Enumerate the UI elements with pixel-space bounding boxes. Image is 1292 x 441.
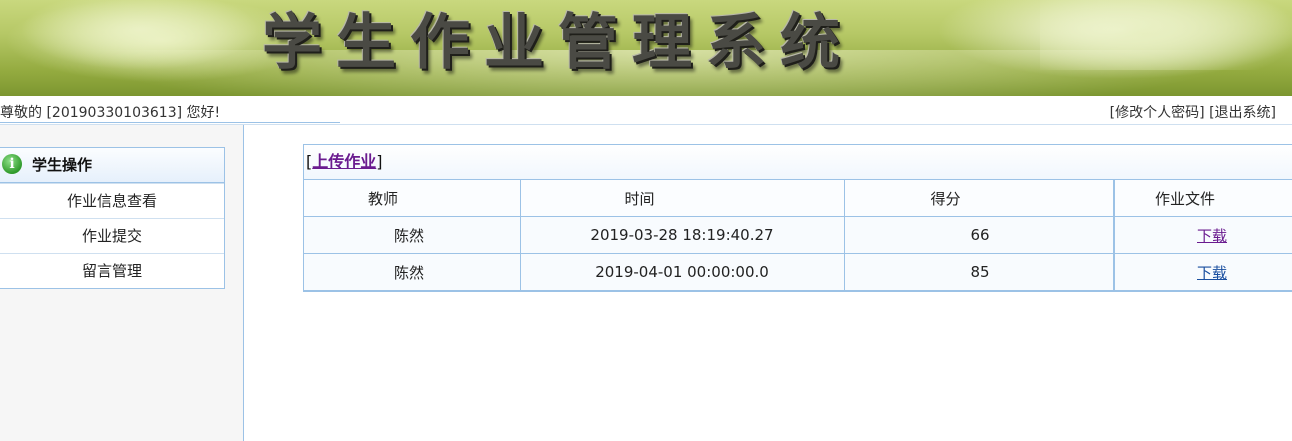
table-body: 陈然 2019-03-28 18:19:40.27 66 下载 陈然 2019-04-01… [304,216,1292,291]
table-row: 陈然 2019-04-01 00:00:00.0 85 下载 [304,253,1292,291]
menu-header: i 学生操作 [0,148,224,183]
sidebar-menu: i 学生操作 作业信息查看 作业提交 留言管理 [0,147,225,289]
cell-file: 下载 [1113,216,1292,254]
cell-score: 85 [843,253,1115,291]
header-banner: 学生作业管理系统 [0,0,1292,96]
homework-table: 教师 时间 得分 作业文件 陈然 2019-03-28 18:19:40.27 66… [304,179,1292,291]
sidebar: i 学生操作 作业信息查看 作业提交 留言管理 [0,125,244,441]
cell-time: 2019-04-01 00:00:00.0 [519,253,845,291]
cell-score: 66 [843,216,1115,254]
table-row: 陈然 2019-03-28 18:19:40.27 66 下载 [304,216,1292,254]
column-header-teacher: 教师 [304,179,521,217]
cell-teacher: 陈然 [304,216,521,254]
sidebar-item-homework-submit[interactable]: 作业提交 [0,218,224,253]
welcome-text: 尊敬的 [20190330103613] 您好! [0,105,221,121]
upload-row: [上传作业] [304,145,1292,179]
change-password-link[interactable]: [修改个人密码] [1110,105,1205,121]
upload-homework-link[interactable]: 上传作业 [312,152,376,171]
cell-time: 2019-03-28 18:19:40.27 [519,216,845,254]
column-header-score: 得分 [843,179,1115,217]
cell-file: 下载 [1113,253,1292,291]
column-header-time: 时间 [519,179,845,217]
sidebar-item-message-manage[interactable]: 留言管理 [0,253,224,288]
sidebar-item-homework-info[interactable]: 作业信息查看 [0,183,224,218]
info-icon: i [2,154,22,174]
menu-header-label: 学生操作 [32,156,93,174]
logout-link[interactable]: [退出系统] [1209,105,1276,121]
system-title: 学生作业管理系统 [262,8,854,78]
user-links: [修改个人密码] [退出系统] [1110,102,1276,122]
download-link[interactable]: 下载 [1197,264,1227,282]
table-header-row: 教师 时间 得分 作业文件 [304,179,1292,217]
column-header-file: 作业文件 [1113,179,1292,217]
homework-panel: [上传作业] 教师 时间 得分 作业文件 陈然 2019-03-28 18:19:… [303,144,1292,292]
cell-teacher: 陈然 [304,253,521,291]
welcome-bar: 尊敬的 [20190330103613] 您好! [修改个人密码] [退出系统] [0,96,1292,125]
divider [0,122,340,123]
bracket: ] [376,152,383,171]
download-link[interactable]: 下载 [1197,227,1227,245]
